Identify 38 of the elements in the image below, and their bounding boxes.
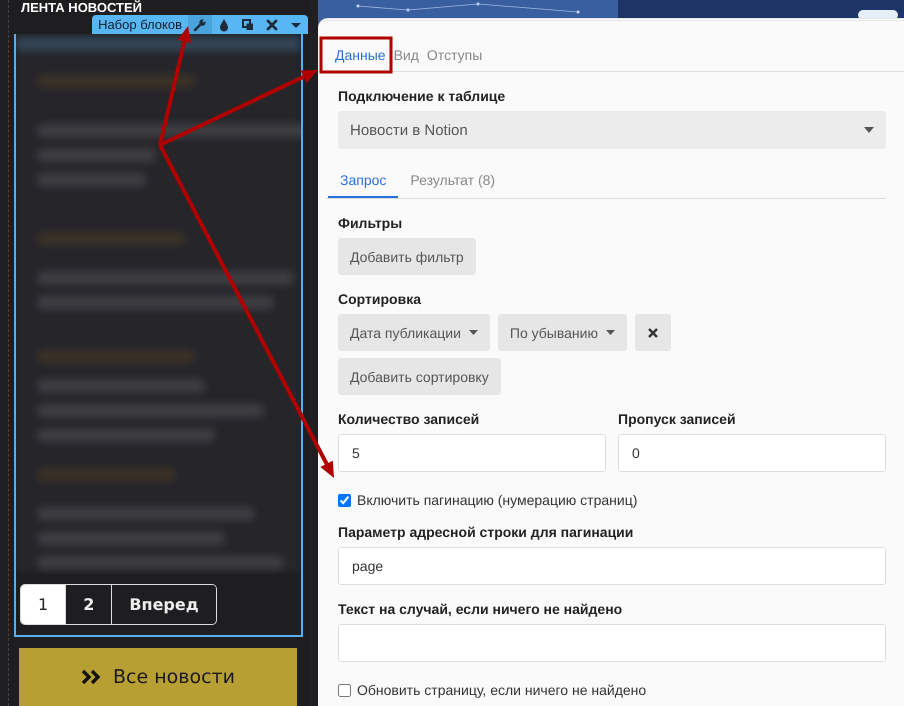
checkbox-label: Обновить страницу, если ничего не найдено: [357, 682, 646, 698]
toolbar-label: Набор блоков: [98, 17, 182, 32]
sort-dropdown[interactable]: Дата публикации: [338, 314, 490, 351]
close-icon: [648, 328, 658, 338]
input-field[interactable]: page: [338, 547, 886, 585]
page-button[interactable]: Вперед: [111, 585, 216, 624]
checkbox[interactable]: [338, 684, 351, 696]
field-label: Сортировка: [338, 291, 422, 307]
checkbox-label: Включить пагинацию (нумерацию страниц): [357, 492, 638, 508]
subtab[interactable]: Результат (8): [398, 163, 508, 198]
block-title: ЛЕНТА НОВОСТЕЙ: [20, 0, 142, 15]
copy-icon[interactable]: [240, 16, 256, 32]
close-icon[interactable]: [264, 16, 280, 32]
wrench-icon[interactable]: [192, 16, 208, 32]
input-field[interactable]: 0: [618, 434, 886, 472]
remove-sort-button[interactable]: [635, 314, 671, 351]
subtab[interactable]: Запрос: [328, 163, 398, 198]
page-button[interactable]: 1: [21, 585, 66, 624]
sort-dropdown[interactable]: По убыванию: [498, 314, 627, 351]
caret-icon: [468, 330, 478, 335]
field-label: Подключение к таблице: [338, 88, 506, 104]
tab[interactable]: Данные: [331, 43, 390, 71]
caret-icon: [606, 330, 615, 335]
table-select[interactable]: Новости в Notion: [338, 111, 886, 149]
caret-icon: [864, 127, 874, 133]
all-news-button[interactable]: Все новости: [19, 648, 297, 706]
tab[interactable]: Отступы: [422, 43, 486, 71]
checkbox[interactable]: [338, 494, 351, 506]
field-label: Пропуск записей: [618, 411, 737, 427]
input-field[interactable]: [338, 624, 886, 662]
input-field[interactable]: 5: [338, 434, 606, 472]
field-label: Фильтры: [338, 215, 404, 231]
field-label: Текст на случай, если ничего не найдено: [338, 601, 624, 617]
field-label: Параметр адресной строки для пагинации: [338, 524, 634, 540]
add-filter-button[interactable]: Добавить фильтр: [338, 238, 476, 275]
field-label: Количество записей: [338, 411, 480, 427]
tab[interactable]: Вид: [390, 43, 423, 71]
add-sort-button[interactable]: Добавить сортировку: [338, 358, 501, 395]
